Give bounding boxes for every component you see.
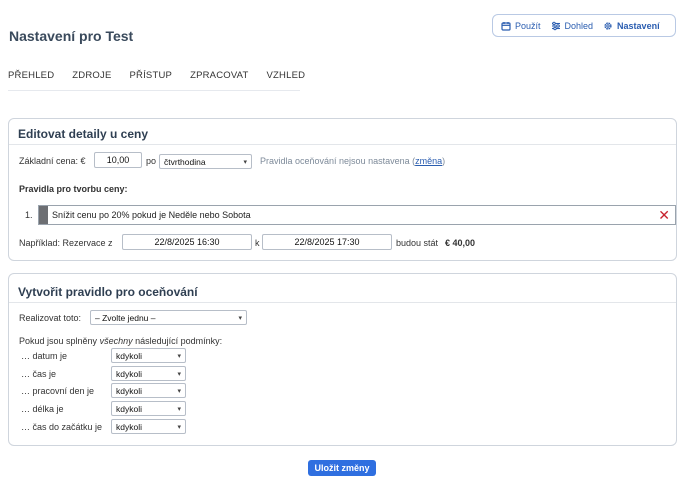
- tab-zpracovat[interactable]: ZPRACOVAT: [190, 70, 248, 81]
- nav-pouzit[interactable]: Použít: [501, 21, 541, 31]
- action-label: Realizovat toto:: [19, 313, 82, 323]
- chevron-down-icon: ▾: [177, 423, 181, 431]
- chevron-down-icon: ▾: [177, 387, 181, 395]
- drag-handle-icon[interactable]: [39, 206, 48, 224]
- condition-select-length[interactable]: kdykoli ▾: [111, 401, 186, 416]
- rules-heading: Pravidla pro tvorbu ceny:: [19, 184, 128, 194]
- condition-label-time: … čas je: [21, 369, 57, 379]
- card-divider: [9, 302, 676, 303]
- example-result-value: € 40,00: [445, 238, 476, 248]
- nav-pouzit-label: Použít: [515, 20, 541, 31]
- nav-nastaveni-label: Nastavení: [617, 20, 660, 31]
- nav-nastaveni[interactable]: Nastavení: [603, 21, 660, 31]
- edit-price-title: Editovat detaily u ceny: [18, 127, 149, 141]
- chevron-down-icon: ▾: [177, 370, 181, 378]
- action-select[interactable]: – Zvolte jednu – ▾: [90, 310, 247, 325]
- condition-label-length: … délka je: [21, 404, 64, 414]
- tab-pristup[interactable]: PŘÍSTUP: [129, 70, 172, 81]
- condition-label-weekday: … pracovní den je: [21, 386, 95, 396]
- tab-vzhled[interactable]: VZHLED: [267, 70, 306, 81]
- gear-icon: [604, 21, 612, 30]
- card-divider: [9, 144, 676, 145]
- create-rule-card: Vytvořit pravidlo pro oceňování Realizov…: [8, 273, 677, 446]
- calendar-icon: [501, 21, 511, 31]
- example-label: Například: Rezervace z: [19, 238, 113, 248]
- action-select-value: – Zvolte jednu –: [95, 312, 156, 323]
- rule-item[interactable]: Snížit cenu po 20% pokud je Neděle nebo …: [38, 205, 676, 225]
- rules-hint: Pravidla oceňování nejsou nastavena (změ…: [260, 156, 445, 166]
- rule-text: Snížit cenu po 20% pokud je Neděle nebo …: [52, 210, 251, 220]
- conditions-prefix: Pokud jsou splněny: [19, 336, 100, 346]
- per-unit-value: čtvrthodina: [164, 156, 206, 167]
- nav-dohled[interactable]: Dohled: [551, 20, 594, 31]
- conditions-suffix: následující podmínky:: [132, 336, 223, 346]
- per-unit-select[interactable]: čtvrthodina ▾: [159, 154, 252, 169]
- condition-label-date: … datum je: [21, 351, 68, 361]
- condition-value: kdykoli: [116, 368, 142, 379]
- chevron-down-icon: ▾: [177, 352, 181, 360]
- sliders-icon: [551, 21, 560, 30]
- example-from-input[interactable]: [122, 234, 252, 250]
- condition-value: kdykoli: [116, 421, 142, 432]
- base-price-label: Základní cena: €: [19, 156, 86, 166]
- condition-value: kdykoli: [116, 403, 142, 414]
- condition-select-lead-time[interactable]: kdykoli ▾: [111, 419, 186, 434]
- save-button[interactable]: Uložit změny: [308, 460, 376, 476]
- top-navigation: Použít Dohled Nastavení: [492, 14, 676, 37]
- example-result-label: budou stát: [396, 238, 439, 248]
- chevron-down-icon: ▾: [238, 314, 242, 322]
- chevron-down-icon: ▾: [243, 158, 247, 166]
- tab-prehled[interactable]: PŘEHLED: [8, 70, 54, 81]
- conditions-heading: Pokud jsou splněny všechny následující p…: [19, 336, 222, 346]
- condition-value: kdykoli: [116, 385, 142, 396]
- create-rule-title: Vytvořit pravidlo pro oceňování: [18, 285, 198, 299]
- rule-number: 1.: [25, 210, 33, 220]
- example-to-label: k: [255, 238, 260, 248]
- edit-price-card: Editovat detaily u ceny Základní cena: €…: [8, 118, 677, 261]
- rules-hint-end: ): [442, 156, 446, 166]
- chevron-down-icon: ▾: [177, 405, 181, 413]
- condition-select-time[interactable]: kdykoli ▾: [111, 366, 186, 381]
- rules-hint-text: Pravidla oceňování nejsou nastavena (: [260, 156, 416, 166]
- rules-change-link[interactable]: změna: [415, 156, 442, 166]
- delete-rule-icon[interactable]: ✕: [658, 208, 670, 222]
- nav-dohled-label: Dohled: [564, 20, 594, 31]
- conditions-emphasis: všechny: [99, 336, 133, 346]
- tab-bar: PŘEHLED ZDROJE PŘÍSTUP ZPRACOVAT VZHLED: [8, 70, 305, 91]
- condition-select-weekday[interactable]: kdykoli ▾: [111, 383, 186, 398]
- tab-zdroje[interactable]: ZDROJE: [72, 70, 111, 81]
- condition-label-lead-time: … čas do začátku je: [21, 422, 103, 432]
- condition-value: kdykoli: [116, 350, 142, 361]
- page-title: Nastavení pro Test: [9, 28, 134, 44]
- example-to-input[interactable]: [262, 234, 392, 250]
- base-price-input[interactable]: [94, 152, 142, 168]
- condition-select-date[interactable]: kdykoli ▾: [111, 348, 186, 363]
- per-label: po: [146, 156, 157, 166]
